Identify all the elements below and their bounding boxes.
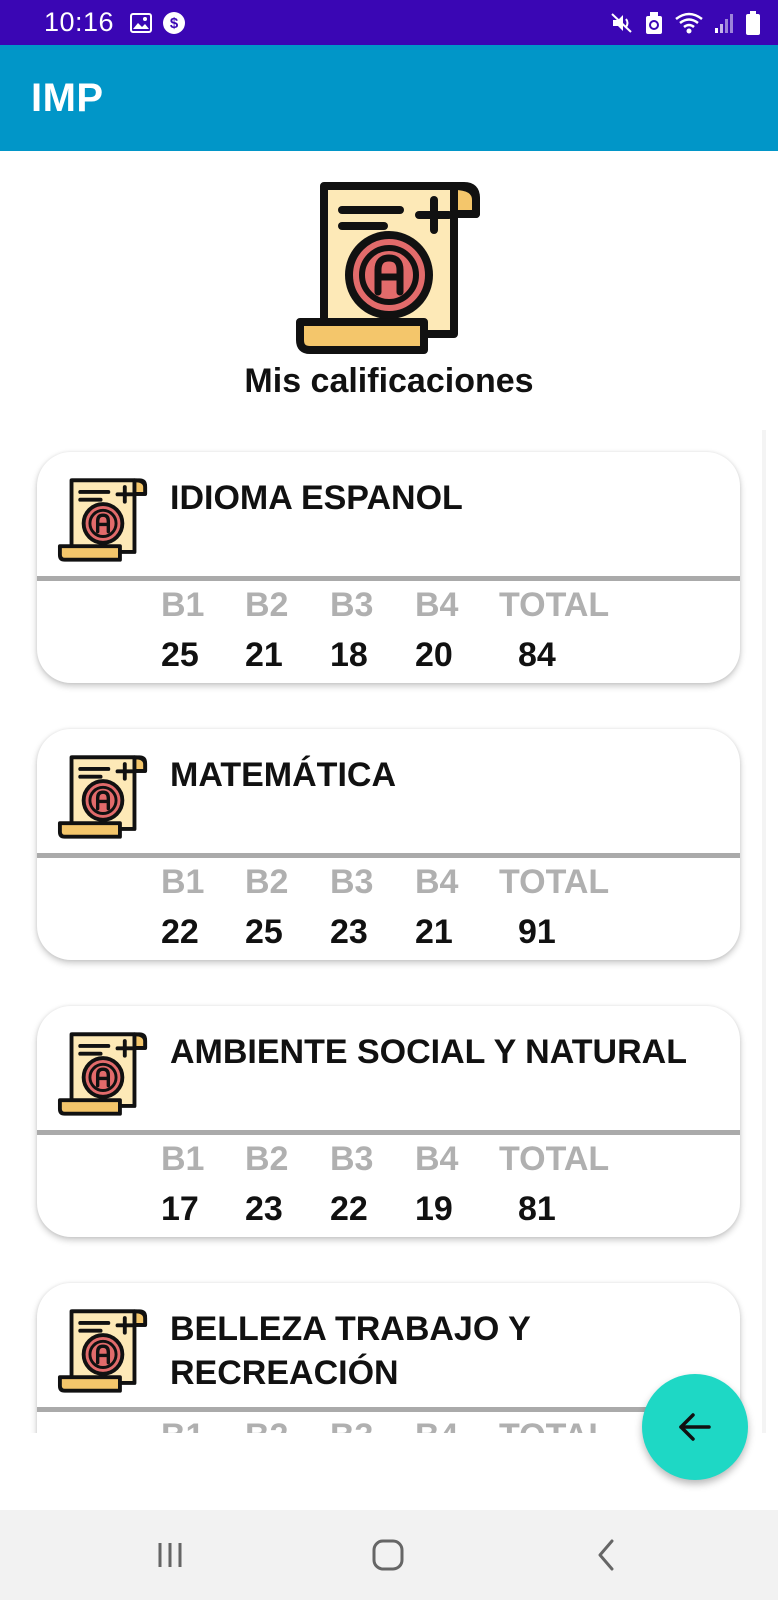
grade-label-b4: B4 xyxy=(415,586,459,624)
status-bar: 10:16 $ xyxy=(0,0,778,45)
recycle-icon xyxy=(644,11,664,35)
grade-value-b1: 25 xyxy=(161,636,199,674)
divider xyxy=(37,1130,740,1135)
grade-label-b1: B1 xyxy=(161,863,205,901)
grade-certificate-icon xyxy=(57,1030,149,1120)
grade-label-b3: B3 xyxy=(330,1140,374,1178)
back-fab-button[interactable] xyxy=(642,1374,748,1480)
recent-apps-button[interactable] xyxy=(140,1530,200,1580)
back-icon xyxy=(598,1539,614,1571)
subject-card[interactable]: MATEMÁTICA B1 B2 B3 B4 TOTAL 22 25 23 21… xyxy=(37,729,740,960)
grade-label-b2: B2 xyxy=(245,863,289,901)
page-title: Mis calificaciones xyxy=(244,362,534,400)
arrow-back-icon xyxy=(679,1413,711,1441)
home-button[interactable] xyxy=(358,1530,418,1580)
grade-value-b1: 17 xyxy=(161,1190,199,1228)
grade-label-b4: B4 xyxy=(415,1417,458,1433)
subject-title: IDIOMA ESPANOL xyxy=(170,479,463,517)
back-button[interactable] xyxy=(576,1530,636,1580)
grade-label-b2: B2 xyxy=(245,1140,289,1178)
status-time: 10:16 xyxy=(44,7,115,37)
subjects-list[interactable]: IDIOMA ESPANOL B1 B2 B3 B4 TOTAL 25 21 1… xyxy=(0,430,778,1433)
grade-label-b1: B1 xyxy=(161,1140,205,1178)
grade-value-b4: 20 xyxy=(415,636,453,674)
grade-label-b1: B1 xyxy=(161,1417,204,1433)
grade-label-total: TOTAL xyxy=(499,586,610,624)
grade-label-b3: B3 xyxy=(330,586,374,624)
grade-label-total: TOTAL xyxy=(499,1417,609,1433)
subject-card[interactable]: BELLEZA TRABAJO Y RECREACIÓN B1 B2 B3 B4… xyxy=(37,1283,740,1433)
subject-title: AMBIENTE SOCIAL Y NATURAL xyxy=(170,1033,687,1071)
subject-title: BELLEZA TRABAJO Y RECREACIÓN xyxy=(170,1307,730,1395)
subject-title: MATEMÁTICA xyxy=(170,756,396,794)
divider xyxy=(37,1407,740,1412)
scrollbar[interactable] xyxy=(762,430,766,1433)
grade-value-b4: 21 xyxy=(415,913,453,951)
grade-value-b2: 25 xyxy=(245,913,283,951)
grade-value-b3: 23 xyxy=(330,913,368,951)
home-icon xyxy=(372,1539,404,1571)
app-title: IMP xyxy=(31,75,104,120)
grade-label-total: TOTAL xyxy=(499,1140,610,1178)
grade-value-b1: 22 xyxy=(161,913,199,951)
grade-value-total: 91 xyxy=(518,913,556,951)
grade-label-b3: B3 xyxy=(330,1417,373,1433)
grade-certificate-icon xyxy=(57,753,149,843)
grade-label-b1: B1 xyxy=(161,586,205,624)
wifi-icon xyxy=(674,11,704,35)
app-bar: IMP xyxy=(0,45,778,151)
system-nav-bar xyxy=(0,1510,778,1600)
subject-card[interactable]: AMBIENTE SOCIAL Y NATURAL B1 B2 B3 B4 TO… xyxy=(37,1006,740,1237)
grade-value-b4: 19 xyxy=(415,1190,453,1228)
grade-value-b3: 18 xyxy=(330,636,368,674)
divider xyxy=(37,576,740,581)
grade-label-b2: B2 xyxy=(245,586,289,624)
dollar-icon: $ xyxy=(162,11,186,35)
battery-icon xyxy=(746,10,760,35)
signal-icon xyxy=(714,12,736,34)
grade-certificate-icon xyxy=(57,1307,149,1397)
recent-apps-icon xyxy=(158,1543,182,1567)
mute-icon xyxy=(610,12,634,34)
grade-label-total: TOTAL xyxy=(499,863,610,901)
svg-text:$: $ xyxy=(170,15,179,32)
subject-card[interactable]: IDIOMA ESPANOL B1 B2 B3 B4 TOTAL 25 21 1… xyxy=(37,452,740,683)
grade-certificate-icon xyxy=(57,476,149,566)
grade-label-b4: B4 xyxy=(415,1140,459,1178)
image-icon xyxy=(130,12,153,33)
grade-value-total: 81 xyxy=(518,1190,556,1228)
grade-value-b2: 21 xyxy=(245,636,283,674)
grade-certificate-icon xyxy=(294,180,484,360)
subject-title-line: BELLEZA TRABAJO Y xyxy=(170,1310,531,1348)
grade-value-total: 84 xyxy=(518,636,556,674)
grade-label-b2: B2 xyxy=(245,1417,288,1433)
grade-value-b3: 22 xyxy=(330,1190,368,1228)
grade-label-b3: B3 xyxy=(330,863,374,901)
subject-title-line: RECREACIÓN xyxy=(170,1354,399,1392)
divider xyxy=(37,853,740,858)
grade-label-b4: B4 xyxy=(415,863,459,901)
grade-value-b2: 23 xyxy=(245,1190,283,1228)
